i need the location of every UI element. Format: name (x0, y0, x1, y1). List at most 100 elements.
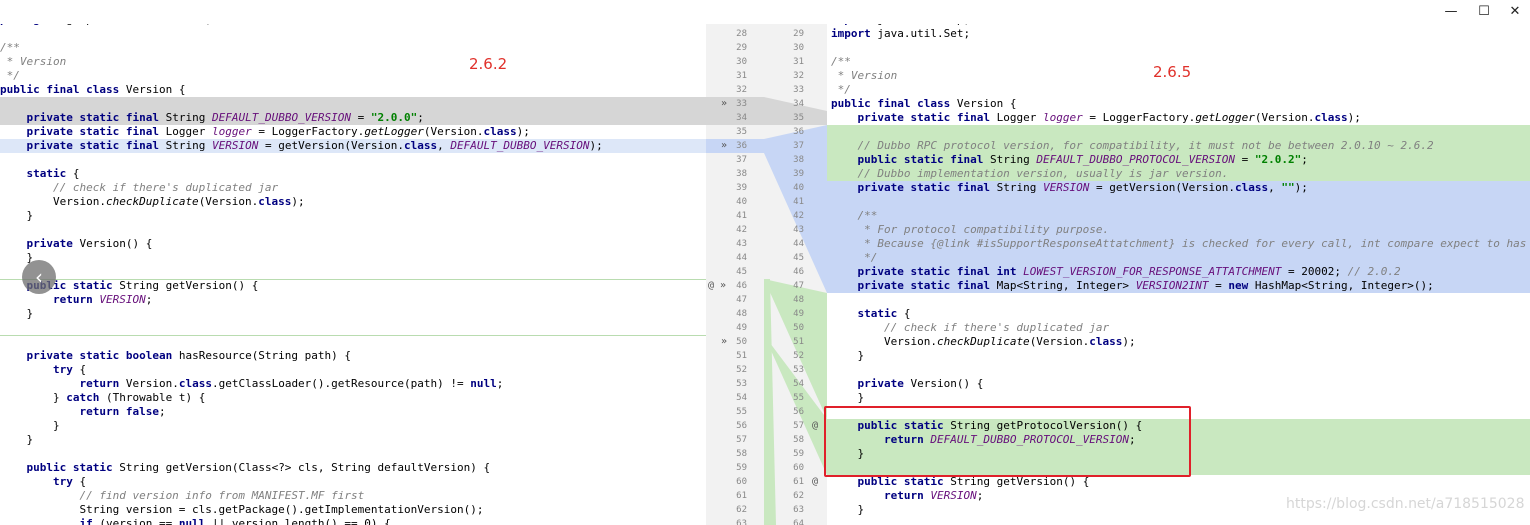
left-editor-pane[interactable]: package org.apache.dubbo.common; /** * Ve… (0, 24, 706, 525)
line-number: 59 (736, 463, 747, 473)
line-number: 48 (736, 309, 747, 319)
diff-action-icon[interactable]: » (721, 335, 727, 349)
code-line: if (version == null || version.length() … (79, 517, 391, 525)
diff-action-icon[interactable]: » (721, 97, 727, 111)
line-number: 44 (736, 253, 747, 263)
code-line: static { (857, 307, 911, 320)
code-line: /** (831, 209, 878, 222)
line-number: 29 (736, 43, 747, 53)
line-number: 43 (736, 239, 747, 249)
diff-action-icon[interactable]: @ » (708, 279, 726, 293)
code-line: } catch (Throwable t) { (0, 391, 206, 404)
code-line: } (831, 503, 865, 516)
code-line: String version = cls.getPackage().getImp… (0, 503, 484, 516)
line-number: 34 (736, 113, 747, 123)
line-number: 45 (793, 253, 804, 263)
line-number: 55 (793, 393, 804, 403)
line-number: 51 (736, 351, 747, 361)
code-line: // check if there's duplicated jar (831, 321, 1110, 334)
line-number: 34 (793, 99, 804, 109)
line-number: 62 (736, 505, 747, 515)
override-marker-icon[interactable]: @ (812, 419, 818, 433)
code-line: private static final String DEFAULT_DUBB… (26, 111, 424, 124)
code-line: try { (52, 363, 87, 376)
code-line: /** (831, 55, 851, 68)
line-number: 60 (793, 463, 804, 473)
left-version-label: 2.6.2 (469, 55, 508, 73)
line-number: 48 (793, 295, 804, 305)
line-number: 53 (736, 379, 747, 389)
line-number: 55 (736, 407, 747, 417)
line-number: 43 (793, 225, 804, 235)
code-line: public static String getVersion(Class<?>… (26, 461, 491, 474)
code-line: private Version() { (26, 237, 153, 250)
line-number: 40 (793, 183, 804, 193)
line-number: 38 (736, 169, 747, 179)
code-line: public final class Version { (0, 83, 186, 96)
code-line: */ (831, 83, 851, 96)
code-line: } (0, 419, 60, 432)
code-line: * For protocol compatibility purpose. (831, 223, 1110, 236)
line-number: 38 (793, 155, 804, 165)
code-line: public final class Version { (831, 97, 1017, 110)
override-marker-icon[interactable]: @ (812, 475, 818, 489)
line-number: 46 (736, 281, 747, 291)
line-number: 33 (793, 85, 804, 95)
line-number: 58 (793, 435, 804, 445)
line-number: 37 (736, 155, 747, 165)
line-number: 29 (793, 29, 804, 39)
code-line: return Version.class.getClassLoader().ge… (79, 377, 504, 390)
maximize-button[interactable]: ☐ (1469, 2, 1499, 22)
line-number: 42 (736, 225, 747, 235)
line-number: 39 (793, 169, 804, 179)
code-line: package org.apache.dubbo.common; (0, 24, 212, 27)
code-line: return VERSION; (883, 489, 984, 502)
code-line: } (831, 391, 865, 404)
line-number: 51 (793, 337, 804, 347)
line-number: 52 (793, 351, 804, 361)
line-number: 63 (793, 505, 804, 515)
code-line: */ (0, 69, 20, 82)
line-number: 54 (793, 379, 804, 389)
code-line: } (0, 433, 34, 446)
line-number: 50 (793, 323, 804, 333)
close-button[interactable]: ✕ (1500, 2, 1530, 22)
code-line: private static final String VERSION = ge… (857, 181, 1308, 194)
line-number: 49 (736, 323, 747, 333)
code-line: static { (26, 167, 80, 180)
code-line: private static boolean hasResource(Strin… (26, 349, 352, 362)
code-line: } (0, 209, 34, 222)
line-number: 63 (736, 519, 747, 525)
window-title-bar: — ☐ ✕ (0, 0, 1530, 24)
code-line: } (0, 307, 34, 320)
code-line: /** (0, 41, 20, 54)
code-line: // Dubbo RPC protocol version, for compa… (831, 139, 1434, 152)
line-number: 58 (736, 449, 747, 459)
code-line: import java.util.Set; (831, 27, 971, 40)
line-number: 61 (736, 491, 747, 501)
line-number: 41 (793, 197, 804, 207)
code-line: private Version() { (857, 377, 984, 390)
line-number: 53 (793, 365, 804, 375)
line-number: 30 (736, 57, 747, 67)
line-number: 46 (793, 267, 804, 277)
code-line: private static final String VERSION = ge… (26, 139, 603, 152)
highlight-box (824, 406, 1191, 477)
code-line: } (831, 349, 865, 362)
line-number: 56 (793, 407, 804, 417)
diff-action-icon[interactable]: » (721, 139, 727, 153)
back-arrow-icon[interactable]: ‹ (22, 260, 56, 294)
code-line: return false; (79, 405, 166, 418)
code-line: // check if there's duplicated jar (0, 181, 279, 194)
code-line: * Version (0, 55, 67, 68)
code-line: public static String getVersion() { (857, 475, 1090, 488)
code-line: private static final Logger logger = Log… (26, 125, 530, 138)
code-line: Version.checkDuplicate(Version.class); (831, 335, 1136, 348)
diff-gutter: 28 29 30 31 32 33 34 35 36 37 38 39 40 41 42 43 44 45 46 47… (706, 24, 827, 525)
line-number: 59 (793, 449, 804, 459)
line-number: 31 (736, 71, 747, 81)
minimize-button[interactable]: — (1436, 2, 1466, 22)
code-line: try { (52, 475, 87, 488)
code-line: public static final String DEFAULT_DUBBO… (857, 153, 1308, 166)
code-line: private static final int LOWEST_VERSION_… (857, 265, 1401, 278)
